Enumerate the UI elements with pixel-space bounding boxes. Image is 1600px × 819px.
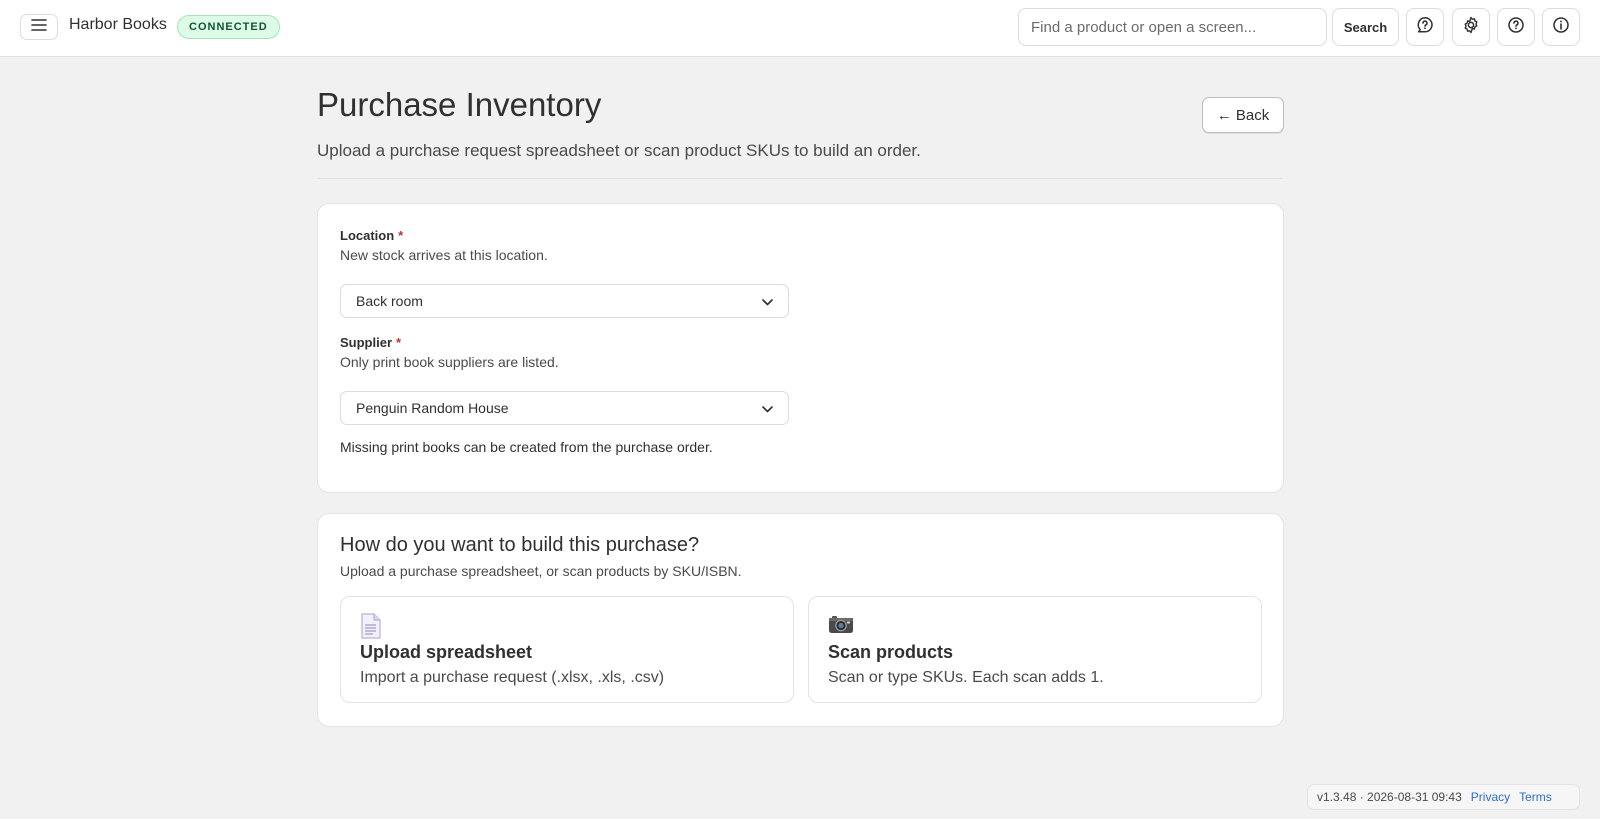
supplier-help: Only print book suppliers are listed.	[340, 354, 559, 370]
top-bar: Harbor Books CONNECTED Search	[0, 0, 1600, 57]
info-icon	[1552, 16, 1570, 39]
back-button[interactable]: ← Back	[1202, 97, 1284, 133]
gear-icon	[1462, 16, 1480, 39]
page-subtitle: Upload a purchase request spreadsheet or…	[317, 141, 921, 160]
scan-products-title: Scan products	[828, 642, 954, 662]
location-label-text: Location	[340, 228, 395, 243]
chevron-down-icon	[762, 293, 773, 309]
page-title: Purchase Inventory	[317, 86, 602, 123]
location-help: New stock arrives at this location.	[340, 247, 548, 263]
version-info: v1.3.48 · 2026-08-31 09:43	[1317, 790, 1462, 804]
location-label: Location *	[340, 228, 403, 243]
build-method-title: How do you want to build this purchase?	[340, 534, 700, 556]
supplier-label-text: Supplier	[340, 335, 393, 350]
privacy-link[interactable]: Privacy	[1471, 790, 1510, 804]
help-icon	[1507, 16, 1525, 39]
purchase-details-card: Location * New stock arrives at this loca…	[317, 203, 1284, 493]
menu-icon	[31, 18, 47, 36]
connection-status-badge: CONNECTED	[177, 15, 280, 39]
menu-button[interactable]	[20, 14, 58, 40]
terms-link[interactable]: Terms	[1519, 790, 1552, 804]
scan-products-description: Scan or type SKUs. Each scan adds 1.	[828, 669, 1104, 686]
search-input[interactable]	[1018, 8, 1327, 46]
supplier-label: Supplier *	[340, 335, 401, 350]
build-method-card: How do you want to build this purchase? …	[317, 513, 1284, 727]
document-icon	[360, 613, 382, 644]
supplier-select[interactable]: Penguin Random House	[340, 391, 789, 425]
feedback-button[interactable]	[1406, 8, 1444, 46]
search-button[interactable]: Search	[1332, 8, 1399, 46]
location-select[interactable]: Back room	[340, 284, 789, 318]
build-method-subtitle: Upload a purchase spreadsheet, or scan p…	[340, 563, 742, 579]
required-mark: *	[396, 335, 402, 350]
brand-name: Harbor Books	[69, 16, 167, 33]
help-button[interactable]	[1497, 8, 1535, 46]
header-divider	[317, 178, 1283, 179]
required-mark: *	[398, 228, 404, 243]
feedback-icon	[1416, 16, 1434, 39]
upload-spreadsheet-description: Import a purchase request (.xlsx, .xls, …	[360, 669, 665, 686]
chevron-down-icon	[762, 400, 773, 416]
settings-button[interactable]	[1452, 8, 1490, 46]
location-selected-value: Back room	[356, 293, 423, 309]
supplier-selected-value: Penguin Random House	[356, 400, 509, 416]
footer: v1.3.48 · 2026-08-31 09:43 Privacy Terms	[1307, 784, 1580, 810]
info-button[interactable]	[1542, 8, 1580, 46]
scan-products-option[interactable]: Scan products Scan or type SKUs. Each sc…	[808, 596, 1262, 703]
camera-icon	[828, 613, 854, 640]
missing-books-note: Missing print books can be created from …	[340, 439, 713, 455]
upload-spreadsheet-title: Upload spreadsheet	[360, 642, 533, 662]
upload-spreadsheet-option[interactable]: Upload spreadsheet Import a purchase req…	[340, 596, 794, 703]
